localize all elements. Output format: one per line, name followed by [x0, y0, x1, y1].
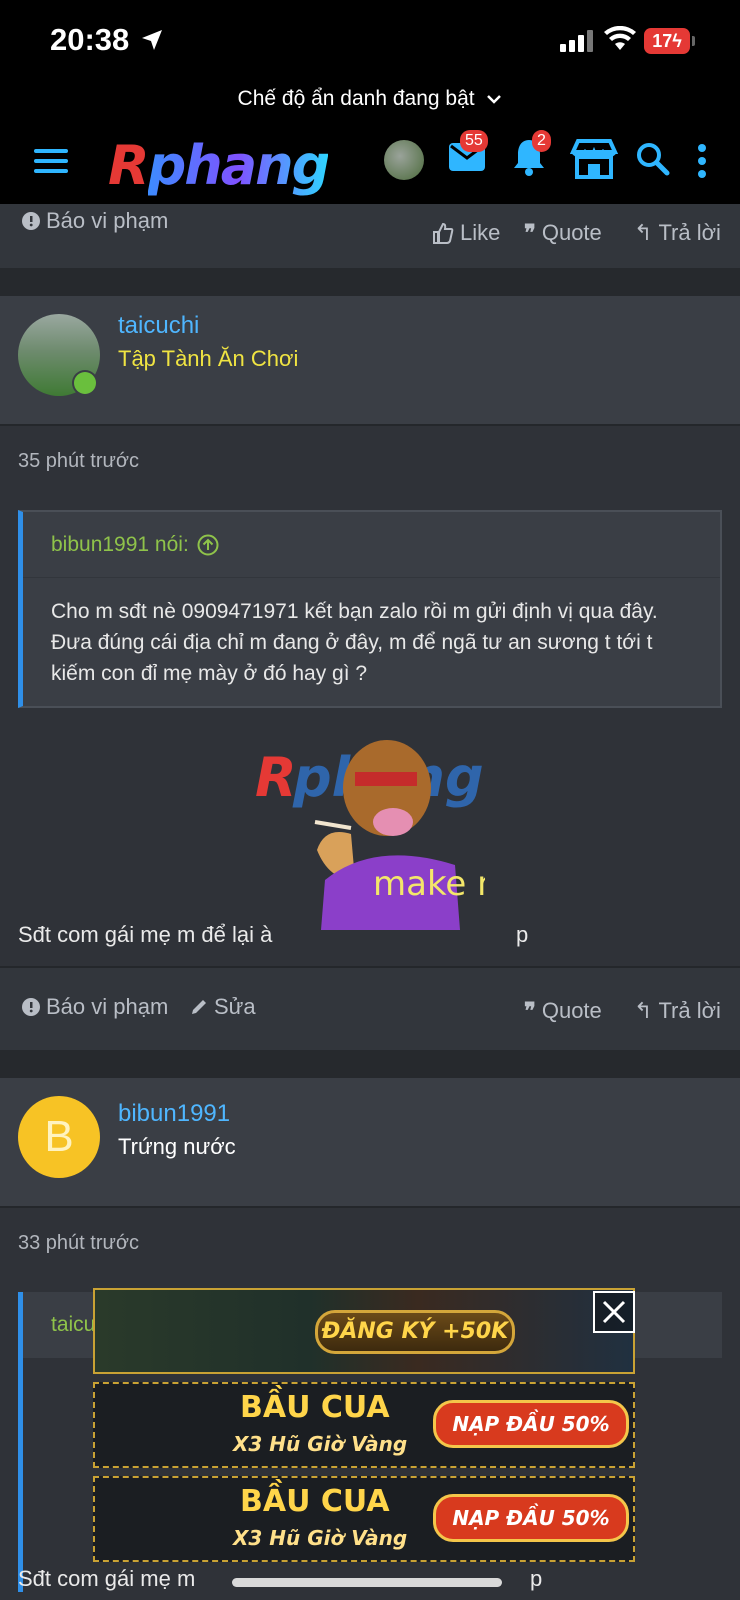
- report-label: Báo vi phạm: [46, 208, 169, 233]
- search-icon[interactable]: [636, 142, 670, 176]
- app-header: Rphang 55 2: [0, 118, 740, 204]
- report-button[interactable]: Báo vi phạm: [22, 208, 168, 234]
- wifi-icon: [604, 26, 636, 50]
- pencil-icon: [192, 1000, 206, 1014]
- quote-icon: ❞: [524, 998, 536, 1023]
- like-button[interactable]: Like: [432, 220, 500, 246]
- quote-label: Quote: [541, 220, 602, 245]
- author-username[interactable]: bibun1991: [118, 1100, 230, 1128]
- post-author-header: B bibun1991 Trứng nước: [0, 1078, 740, 1206]
- cellular-signal-icon: [560, 30, 593, 52]
- svg-text:R: R: [255, 746, 297, 809]
- reply-button[interactable]: ↰ Trả lời: [634, 998, 721, 1024]
- logo-letter: R: [108, 134, 150, 197]
- status-bar: 20:38 17ϟ: [0, 0, 740, 80]
- online-indicator: [72, 370, 98, 396]
- author-avatar[interactable]: B: [18, 1096, 100, 1178]
- quote-label: Quote: [541, 998, 602, 1023]
- battery-cap: [692, 36, 695, 46]
- more-vertical-icon[interactable]: [696, 144, 708, 178]
- messages-badge: 55: [460, 130, 488, 152]
- alert-circle-icon: [22, 998, 40, 1016]
- battery-level: 17: [652, 31, 673, 51]
- ad-banner[interactable]: BẦU CUA X3 Hũ Giờ Vàng NẠP ĐẦU 50%: [93, 1382, 635, 1468]
- post-message: Sđt com gái mẹ m để lại à: [18, 922, 273, 947]
- author-title: Tập Tành Ăn Chơi: [118, 346, 299, 371]
- post-message-tail: p: [516, 922, 529, 947]
- ad-cta: NẠP ĐẦU 50%: [433, 1400, 629, 1448]
- report-button[interactable]: Báo vi phạm: [22, 994, 168, 1020]
- logo-text: phang: [147, 134, 331, 197]
- reply-icon: ↰: [634, 998, 653, 1023]
- ad-banner[interactable]: ĐĂNG KÝ +50K: [93, 1288, 635, 1374]
- post-time[interactable]: 35 phút trước: [18, 450, 139, 473]
- report-label: Báo vi phạm: [46, 994, 169, 1019]
- location-arrow-icon: [142, 30, 162, 50]
- quote-author: bibun1991 nói:: [51, 532, 189, 556]
- ad-banner[interactable]: BẦU CUA X3 Hũ Giờ Vàng NẠP ĐẦU 50%: [93, 1476, 635, 1562]
- reply-icon: ↰: [634, 220, 653, 245]
- close-ad-button[interactable]: [593, 1291, 635, 1333]
- chevron-down-icon: [487, 95, 502, 105]
- close-icon: [602, 1300, 626, 1324]
- battery-indicator: 17ϟ: [644, 28, 690, 54]
- home-indicator[interactable]: [232, 1578, 502, 1587]
- post-author-header: taicuchi Tập Tành Ăn Chơi: [0, 296, 740, 424]
- user-avatar[interactable]: [384, 140, 424, 180]
- previous-post-actions: Báo vi phạm Like ❞ Quote ↰ Trả lời: [0, 204, 740, 268]
- post-separator: [0, 1050, 740, 1078]
- ad-subtitle: X3 Hũ Giờ Vàng: [233, 1526, 408, 1550]
- quote-text: Cho m sđt nè 0909471971 kết bạn zalo rồi…: [51, 600, 658, 685]
- sticker-caption: make me: [373, 864, 485, 904]
- header-divider: [0, 424, 740, 426]
- incognito-label: Chế độ ẩn danh đang bật: [237, 87, 475, 110]
- post-separator: [0, 268, 740, 296]
- incognito-banner[interactable]: Chế độ ẩn danh đang bật: [0, 80, 740, 118]
- author-username[interactable]: taicuchi: [118, 312, 199, 340]
- quote-block: bibun1991 nói: Cho m sđt nè 0909471971 k…: [18, 510, 722, 708]
- charging-bolt-icon: ϟ: [672, 31, 682, 51]
- like-label: Like: [460, 220, 501, 245]
- edit-label: Sửa: [214, 994, 256, 1019]
- alerts-badge: 2: [532, 130, 551, 152]
- post-message: Sđt com gái mẹ m: [18, 1566, 196, 1591]
- quote-icon: ❞: [524, 220, 536, 245]
- post-message-tail: p: [530, 1566, 543, 1591]
- quote-button[interactable]: ❞ Quote: [524, 220, 602, 246]
- post-time[interactable]: 33 phút trước: [18, 1232, 139, 1255]
- ad-title: BẦU CUA: [240, 1484, 390, 1519]
- ad-title: BẦU CUA: [240, 1390, 390, 1425]
- author-title: Trứng nước: [118, 1134, 236, 1159]
- clock: 20:38: [50, 22, 130, 57]
- site-logo[interactable]: Rphang: [108, 134, 331, 197]
- ad-subtitle: X3 Hũ Giờ Vàng: [233, 1432, 408, 1456]
- reply-button[interactable]: ↰ Trả lời: [634, 220, 721, 246]
- header-divider: [0, 1206, 740, 1208]
- ad-banner-text: ĐĂNG KÝ +50K: [315, 1310, 515, 1354]
- reply-label: Trả lời: [658, 998, 721, 1023]
- sticker-image: R phang make me: [255, 740, 485, 930]
- quote-button[interactable]: ❞ Quote: [524, 998, 602, 1024]
- reply-label: Trả lời: [658, 220, 721, 245]
- store-icon[interactable]: [570, 138, 618, 180]
- ad-cta: NẠP ĐẦU 50%: [433, 1494, 629, 1542]
- thumbs-up-icon: [433, 222, 454, 244]
- post-actions: Báo vi phạm Sửa ❞ Quote ↰ Trả lời: [0, 968, 740, 1050]
- arrow-up-circle-icon: [197, 534, 219, 555]
- alert-circle-icon: [22, 212, 40, 230]
- quote-header[interactable]: bibun1991 nói:: [23, 512, 720, 578]
- avatar-letter: B: [44, 1112, 74, 1161]
- edit-button[interactable]: Sửa: [190, 994, 256, 1020]
- menu-icon[interactable]: [34, 148, 68, 174]
